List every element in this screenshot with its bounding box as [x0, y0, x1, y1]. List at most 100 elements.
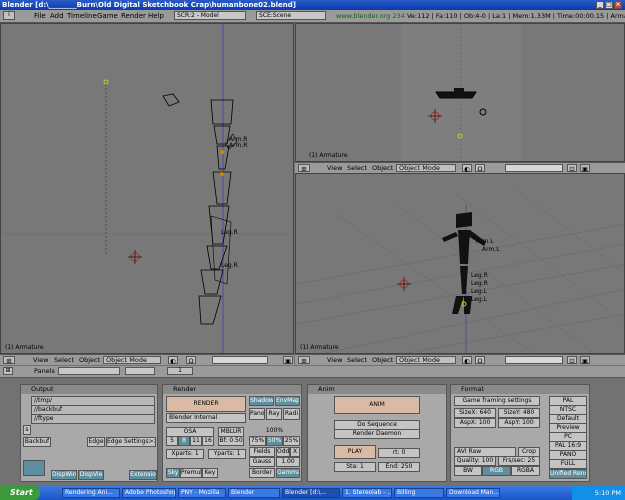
radio-toggle[interactable]: Radi [283, 408, 300, 420]
osa-8[interactable]: 8 [178, 436, 190, 446]
view-menu[interactable]: View [327, 164, 342, 173]
render-daemon-toggle[interactable]: Render Daemon [334, 429, 420, 439]
viewport-perspective-canvas[interactable] [296, 174, 625, 354]
menu-timeline[interactable]: Timeline [67, 11, 97, 21]
size-percent[interactable]: 100% [249, 427, 300, 435]
osa-5[interactable]: 5 [166, 436, 178, 446]
buttons-window-icon[interactable]: ⊞ [3, 367, 13, 375]
x-toggle[interactable]: X [290, 447, 300, 457]
close-button[interactable]: × [614, 1, 622, 9]
render-button[interactable]: RENDER [166, 396, 246, 412]
object-menu[interactable]: Object [372, 164, 393, 173]
task-photoshop[interactable]: Adobe Photoshop [122, 488, 176, 498]
task-blender[interactable]: Blender [228, 488, 280, 498]
viewport-top[interactable]: (1) Armature [295, 23, 625, 162]
view3d-window-icon[interactable]: ⊞ [3, 356, 15, 365]
edge-settings-button[interactable]: Edge Settings>> [106, 437, 156, 447]
view3d-window-icon[interactable]: ⊞ [298, 356, 310, 365]
play-button[interactable]: PLAY [334, 445, 376, 459]
draw-type-icon[interactable]: ◐ [462, 164, 472, 173]
menu-file[interactable]: File [34, 11, 46, 21]
pano-toggle[interactable]: Pano [249, 408, 265, 420]
scene-link-button[interactable]: s [23, 425, 31, 435]
select-menu[interactable]: Select [347, 164, 367, 173]
end-frame-field[interactable]: End: 250 [378, 462, 420, 472]
scene-selector[interactable]: SCE:Scene [256, 11, 326, 20]
draw-type-icon[interactable]: ◐ [168, 356, 178, 365]
viewport-perspective[interactable]: Arm.L Arm.L Leg.R Leg.R Leg.L Leg.L (1) … [295, 173, 625, 354]
viewport-front-canvas[interactable] [1, 24, 294, 354]
key-toggle[interactable]: Key [202, 468, 218, 478]
view-menu[interactable]: View [327, 356, 342, 365]
start-button[interactable]: Start [0, 486, 40, 500]
object-menu[interactable]: Object [79, 356, 100, 365]
task-rendering[interactable]: Rendering Ani... [62, 488, 120, 498]
lock-icon[interactable]: ⊡ [567, 164, 577, 173]
mode-selector[interactable]: Object Mode [396, 164, 456, 172]
render-preview-icon[interactable]: ▣ [580, 164, 590, 173]
osa-11[interactable]: 11 [190, 436, 202, 446]
pivot-icon[interactable]: Ω [475, 356, 485, 365]
rgba-toggle[interactable]: RGBA [511, 466, 540, 476]
aspy-field[interactable]: AspY: 100 [498, 418, 540, 428]
game-framing-button[interactable]: Game framing settings [454, 396, 540, 406]
panels-menu[interactable]: Panels [34, 367, 55, 375]
task-blender-active[interactable]: Blender [d:\... [282, 488, 340, 498]
quality-field[interactable]: Quality: 100 [454, 456, 496, 466]
osa-16[interactable]: 16 [202, 436, 214, 446]
ftype-path-field[interactable]: //ftype [31, 414, 155, 424]
gauss-filter-field[interactable]: 1.00 [276, 457, 300, 467]
task-download-manager[interactable]: Download Man... [446, 488, 500, 498]
size-25[interactable]: 25% [283, 436, 300, 446]
sky-toggle[interactable]: Sky [166, 468, 180, 478]
view-menu[interactable]: View [33, 356, 48, 365]
fps-field[interactable]: Frs/sec: 25 [498, 456, 540, 466]
size-75[interactable]: 75% [249, 436, 266, 446]
screen-selector[interactable]: SCR:2 - Model [174, 11, 246, 20]
lock-icon[interactable]: ⊡ [567, 356, 577, 365]
select-menu[interactable]: Select [347, 356, 367, 365]
pivot-icon[interactable]: Ω [475, 164, 485, 173]
viewport-front[interactable]: Arm.R Arm.R Leg.R Leg.R (1) Armature [0, 23, 294, 354]
layer-buttons[interactable] [505, 164, 563, 172]
sizey-field[interactable]: SizeY: 480 [498, 408, 540, 418]
edge-toggle[interactable]: Edge [87, 437, 105, 447]
task-stereolab[interactable]: 1. Stereolab - ... [342, 488, 392, 498]
context-buttons[interactable] [58, 367, 120, 375]
premul-toggle[interactable]: Premul [180, 468, 202, 478]
task-billing[interactable]: Billing [394, 488, 444, 498]
fields-toggle[interactable]: Fields [249, 447, 275, 457]
menu-help[interactable]: Help [148, 11, 164, 21]
envmap-toggle[interactable]: EnvMap [275, 396, 300, 406]
display-grid-icon[interactable] [23, 460, 45, 476]
menu-render[interactable]: Render [121, 11, 146, 21]
render-preview-icon[interactable]: ▣ [283, 356, 293, 365]
sizex-field[interactable]: SizeX: 640 [454, 408, 496, 418]
backbuf-toggle[interactable]: Backbuf [23, 437, 51, 447]
border-toggle[interactable]: Border [249, 468, 275, 478]
task-mozilla[interactable]: PNY - Mozilla [178, 488, 226, 498]
window-type-icon[interactable]: i [3, 11, 15, 20]
odd-toggle[interactable]: Odd [276, 447, 290, 457]
aspx-field[interactable]: AspX: 100 [454, 418, 496, 428]
object-menu[interactable]: Object [372, 356, 393, 365]
draw-type-icon[interactable]: ◐ [462, 356, 472, 365]
mode-selector[interactable]: Object Mode [103, 356, 161, 364]
menu-game[interactable]: Game [97, 11, 118, 21]
pivot-icon[interactable]: Ω [186, 356, 196, 365]
yparts-field[interactable]: Yparts: 1 [208, 449, 246, 459]
render-preview-icon[interactable]: ▣ [580, 356, 590, 365]
select-menu[interactable]: Select [54, 356, 74, 365]
dispwin-toggle[interactable]: DispWin [51, 470, 77, 480]
render-engine-select[interactable]: Blender Internal [166, 413, 246, 423]
mode-selector[interactable]: Object Mode [396, 356, 456, 364]
dispview-toggle[interactable]: DispVie [78, 470, 104, 480]
minimize-button[interactable]: _ [596, 1, 604, 9]
rgb-toggle[interactable]: RGB [482, 466, 511, 476]
gauss-toggle[interactable]: Gauss [249, 457, 275, 467]
gamma-toggle[interactable]: Gamma [276, 468, 300, 478]
ray-toggle[interactable]: Ray [266, 408, 282, 420]
website-link[interactable]: www.blender.org 234 [336, 12, 405, 20]
bw-toggle[interactable]: BW [454, 466, 482, 476]
viewport-top-canvas[interactable] [296, 24, 625, 162]
